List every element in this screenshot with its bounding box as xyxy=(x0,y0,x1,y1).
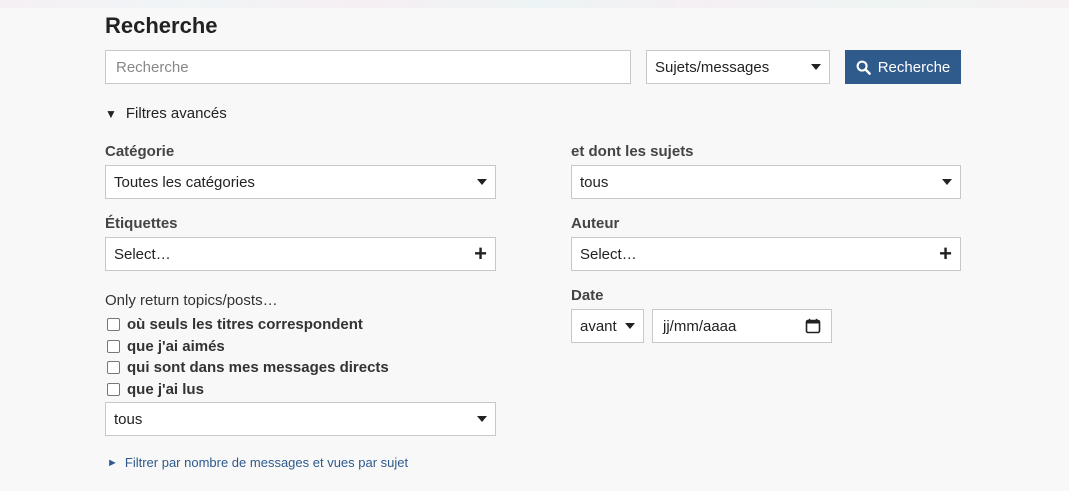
caret-down-icon xyxy=(625,323,635,329)
caret-down-icon xyxy=(477,416,487,422)
search-type-value: Sujets/messages xyxy=(655,58,770,76)
topic-status-select[interactable]: tous xyxy=(571,165,961,199)
advanced-filters-toggle[interactable]: ▼ Filtres avancés xyxy=(105,105,227,122)
category-select[interactable]: Toutes les catégories xyxy=(105,165,496,199)
plus-icon: + xyxy=(474,241,487,266)
tags-value: Select… xyxy=(114,245,171,263)
date-placeholder: jj/mm/aaaa xyxy=(663,317,737,335)
search-button-label: Recherche xyxy=(877,58,951,76)
checkbox[interactable] xyxy=(107,361,120,374)
plus-icon: + xyxy=(939,241,952,266)
search-icon xyxy=(856,60,871,75)
category-value: Toutes les catégories xyxy=(114,173,255,191)
topic-status-value: tous xyxy=(580,173,609,191)
checkbox[interactable] xyxy=(107,383,120,396)
search-type-select[interactable]: Sujets/messages xyxy=(646,50,830,84)
more-filters-label: Filtrer par nombre de messages et vues p… xyxy=(124,455,409,470)
topic-status-label: et dont les sujets xyxy=(571,143,694,160)
checkbox[interactable] xyxy=(107,340,120,353)
checkbox-read[interactable]: que j'ai lus xyxy=(107,381,204,398)
search-input[interactable] xyxy=(105,50,631,84)
caret-down-icon xyxy=(477,179,487,185)
checkbox-label: que j'ai lus xyxy=(127,381,204,398)
checkbox-label: qui sont dans mes messages directs xyxy=(127,359,389,376)
calendar-icon[interactable] xyxy=(805,318,821,334)
checkbox-title-only[interactable]: où seuls les titres correspondent xyxy=(107,316,363,333)
date-input[interactable]: jj/mm/aaaa xyxy=(652,309,832,343)
caret-down-icon xyxy=(942,179,952,185)
only-return-value: tous xyxy=(114,410,143,428)
date-when-value: avant xyxy=(580,317,617,335)
checkbox-direct-messages[interactable]: qui sont dans mes messages directs xyxy=(107,359,389,376)
date-when-select[interactable]: avant xyxy=(571,309,644,343)
date-label: Date xyxy=(571,287,604,304)
checkbox-label: que j'ai aimés xyxy=(127,338,225,355)
author-label: Auteur xyxy=(571,215,620,232)
tags-select[interactable]: Select… + xyxy=(105,237,496,271)
checkbox-label: où seuls les titres correspondent xyxy=(127,316,363,333)
more-filters-toggle[interactable]: ► Filtrer par nombre de messages et vues… xyxy=(107,455,408,470)
search-button[interactable]: Recherche xyxy=(845,50,961,84)
page-title: Recherche xyxy=(105,13,218,38)
checkbox[interactable] xyxy=(107,318,120,331)
triangle-right-icon: ► xyxy=(107,456,118,469)
tags-label: Étiquettes xyxy=(105,215,178,232)
caret-down-icon xyxy=(811,64,821,70)
author-select[interactable]: Select… + xyxy=(571,237,961,271)
checkbox-liked[interactable]: que j'ai aimés xyxy=(107,338,225,355)
triangle-down-icon: ▼ xyxy=(105,106,117,121)
header-decoration xyxy=(0,0,1069,8)
only-return-select[interactable]: tous xyxy=(105,402,496,436)
advanced-filters-label: Filtres avancés xyxy=(125,105,227,122)
category-label: Catégorie xyxy=(105,143,175,160)
author-value: Select… xyxy=(580,245,637,263)
only-return-label: Only return topics/posts… xyxy=(105,292,278,309)
